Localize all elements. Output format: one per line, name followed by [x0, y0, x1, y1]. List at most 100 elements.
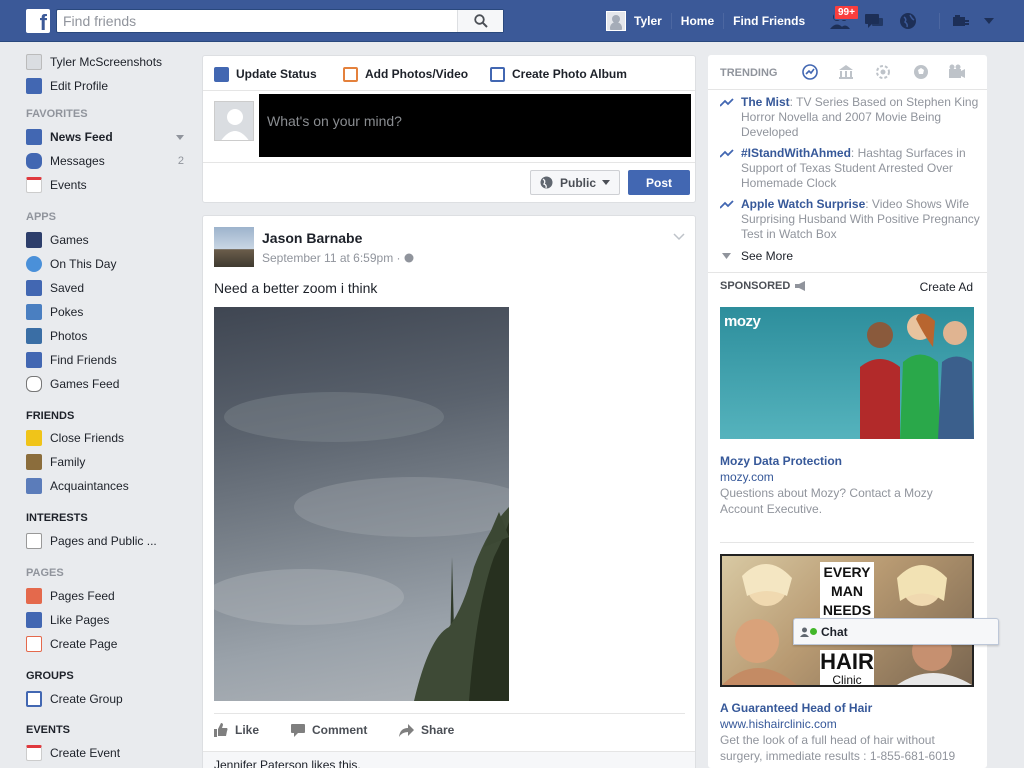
globe-icon: [540, 176, 553, 189]
tab-update-status[interactable]: Update Status: [214, 64, 317, 84]
ad-description: Questions about Mozy? Contact a Mozy Acc…: [720, 486, 933, 516]
post-photo[interactable]: [214, 307, 509, 701]
sidebar-item-label: Create Page: [50, 637, 118, 651]
like-label: Like: [235, 723, 260, 737]
sidebar-item-photos[interactable]: Photos: [26, 326, 87, 346]
notifications-globe-icon[interactable]: [896, 10, 920, 32]
camera-icon: [343, 66, 358, 82]
sidebar-item-like-pages[interactable]: Like Pages: [26, 610, 109, 630]
find-friends-link[interactable]: Find Friends: [733, 14, 805, 28]
search-button[interactable]: [457, 10, 503, 32]
groups-heading: GROUPS: [26, 670, 74, 682]
trend-arrow-icon: [720, 98, 734, 107]
trending-topic[interactable]: Apple Watch Surprise: [741, 197, 865, 211]
messages-icon[interactable]: [862, 10, 886, 32]
sidebar-item-pages-public[interactable]: Pages and Public ...: [26, 531, 157, 551]
divider: [203, 90, 695, 91]
sidebar-item-find-friends[interactable]: Find Friends: [26, 350, 117, 370]
sidebar-item-label: Create Event: [50, 746, 121, 760]
sports-icon[interactable]: [912, 63, 930, 81]
sidebar-item-messages[interactable]: Messages 2: [26, 151, 184, 171]
privacy-selector-button[interactable]: Public: [530, 170, 620, 195]
like-button[interactable]: Like: [214, 721, 259, 739]
ad-url[interactable]: mozy.com: [720, 470, 774, 484]
sidebar-item-close-friends[interactable]: Close Friends: [26, 428, 124, 448]
author-avatar[interactable]: [214, 227, 254, 267]
sidebar-item-family[interactable]: Family: [26, 452, 85, 472]
ad-description: Get the look of a full head of hair with…: [720, 733, 956, 763]
chevron-down-icon[interactable]: [176, 134, 184, 140]
sidebar-item-label: Create Group: [50, 692, 123, 706]
sidebar-item-label: Saved: [50, 281, 85, 295]
tab-label: Update Status: [236, 67, 317, 81]
privacy-shortcuts-icon[interactable]: [949, 10, 973, 32]
chat-tab[interactable]: Chat: [793, 618, 999, 645]
profile-avatar[interactable]: [606, 11, 626, 31]
feed-story: Jason Barnabe September 11 at 6:59pm · N…: [202, 215, 696, 768]
online-status-dot: [810, 628, 817, 635]
sidebar-item-acquaintances[interactable]: Acquaintances: [26, 476, 129, 496]
on-this-day-icon: [26, 256, 42, 272]
sidebar-item-label: Messages: [50, 154, 105, 168]
trending-topic[interactable]: The Mist: [741, 95, 790, 109]
home-link[interactable]: Home: [681, 14, 714, 28]
sidebar-item-events[interactable]: Events: [26, 175, 87, 195]
ad-title[interactable]: A Guaranteed Head of Hair: [720, 701, 872, 715]
pages-heading: PAGES: [26, 567, 64, 579]
pencil-icon: [214, 66, 229, 82]
sidebar-item-saved[interactable]: Saved: [26, 278, 84, 298]
sidebar-item-label: Family: [50, 455, 86, 469]
ad-title[interactable]: Mozy Data Protection: [720, 454, 842, 468]
sidebar-item-profile[interactable]: Tyler McScreenshots: [26, 52, 162, 72]
post-time[interactable]: September 11 at 6:59pm: [262, 251, 393, 265]
sidebar-item-label: On This Day: [50, 257, 117, 271]
profile-link[interactable]: Tyler: [634, 14, 662, 28]
search-input[interactable]: [57, 10, 459, 32]
list-icon: [26, 533, 42, 549]
account-menu-chevron-down-icon[interactable]: [983, 10, 995, 32]
create-ad-link[interactable]: Create Ad: [920, 280, 973, 294]
entertainment-icon[interactable]: [948, 63, 966, 81]
trending-item[interactable]: The Mist: TV Series Based on Stephen Kin…: [720, 95, 980, 140]
star-icon: [26, 430, 42, 446]
chevron-down-icon[interactable]: [673, 230, 685, 242]
share-button[interactable]: Share: [399, 721, 454, 739]
ad-url[interactable]: www.hishairclinic.com: [720, 717, 837, 731]
status-input[interactable]: What's on your mind?: [259, 94, 691, 157]
sidebar-item-create-group[interactable]: Create Group: [26, 689, 123, 709]
sidebar-item-label: Like Pages: [50, 613, 110, 627]
trending-topic[interactable]: #IStandWithAhmed: [741, 146, 851, 160]
sidebar-item-label: Pokes: [50, 305, 84, 319]
tab-create-album[interactable]: Create Photo Album: [490, 64, 627, 84]
trending-top-icon[interactable]: [801, 63, 819, 81]
trending-item[interactable]: Apple Watch Surprise: Video Shows Wife S…: [720, 197, 980, 242]
sidebar-item-games-feed[interactable]: Games Feed: [26, 374, 119, 394]
sidebar-item-pokes[interactable]: Pokes: [26, 302, 83, 322]
post-button[interactable]: Post: [628, 170, 690, 195]
sidebar-item-news-feed[interactable]: News Feed: [26, 127, 184, 147]
sidebar-item-create-page[interactable]: Create Page: [26, 634, 117, 654]
sidebar-item-edit-profile[interactable]: Edit Profile: [26, 76, 108, 96]
chat-label: Chat: [821, 624, 848, 639]
likes-summary[interactable]: Jennifer Paterson likes this.: [214, 758, 361, 768]
trending-item[interactable]: #IStandWithAhmed: Hashtag Surfaces in Su…: [720, 146, 980, 191]
sidebar-item-games[interactable]: Games: [26, 230, 89, 250]
ad-headline-clinic: Clinic: [820, 674, 874, 685]
comment-button[interactable]: Comment: [291, 721, 367, 739]
sponsored-heading: SPONSORED: [720, 280, 807, 292]
sidebar-item-pages-feed[interactable]: Pages Feed: [26, 586, 115, 606]
science-icon[interactable]: [874, 63, 892, 81]
sidebar-item-on-this-day[interactable]: On This Day: [26, 254, 116, 274]
sidebar-item-create-event[interactable]: Create Event: [26, 743, 120, 763]
nav-divider: [723, 13, 725, 29]
post-author[interactable]: Jason Barnabe: [262, 230, 362, 246]
ad-image-mozy[interactable]: mozy: [720, 307, 974, 439]
user-avatar-icon: [26, 54, 42, 70]
see-more-link[interactable]: See More: [722, 249, 793, 263]
politics-icon[interactable]: [837, 63, 855, 81]
tab-add-photos[interactable]: Add Photos/Video: [343, 64, 468, 84]
facebook-logo[interactable]: f: [26, 9, 50, 33]
post-timestamp: September 11 at 6:59pm ·: [262, 251, 414, 265]
top-bar: f Tyler Home Find Friends 99+: [0, 0, 1024, 42]
house-icon: [26, 454, 42, 470]
